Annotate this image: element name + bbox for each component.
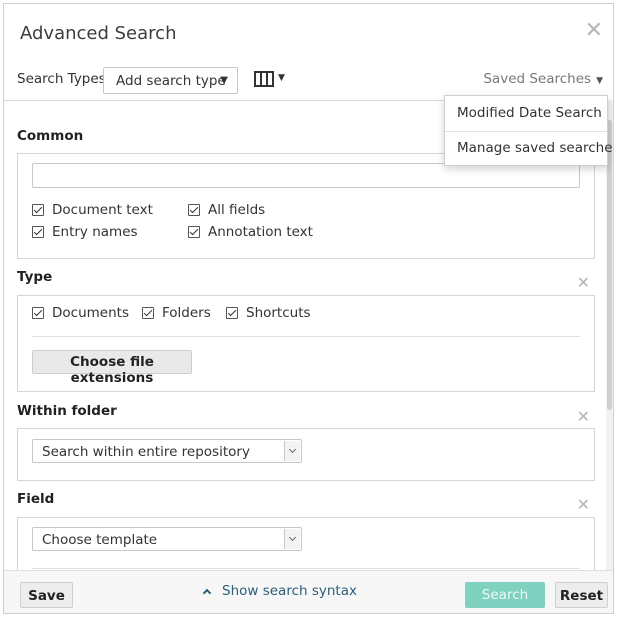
section-title-within-folder: Within folder (17, 403, 117, 419)
template-select[interactable]: Choose template (32, 527, 302, 551)
chevron-down-icon (284, 529, 300, 549)
chevron-up-icon (202, 588, 212, 598)
caret-down-icon: ▼ (278, 73, 285, 83)
checkbox-checked-icon (188, 226, 200, 238)
show-search-syntax-link[interactable]: Show search syntax (202, 583, 357, 599)
field-divider (32, 568, 580, 569)
section-title-field: Field (17, 491, 55, 507)
dialog-footer: Save Show search syntax Search Reset (4, 570, 613, 613)
checkbox-label: Entry names (52, 224, 138, 240)
checkbox-shortcuts[interactable]: Shortcuts (226, 305, 311, 321)
checkbox-label: Shortcuts (246, 305, 311, 321)
reset-button[interactable]: Reset (555, 582, 608, 608)
saved-searches-menu: Modified Date Search Manage saved search… (444, 95, 613, 166)
save-button[interactable]: Save (20, 582, 73, 608)
folder-panel: Search within entire repository (17, 428, 595, 481)
saved-searches-button[interactable]: Saved Searches ▼ (483, 71, 603, 87)
checkbox-label: Annotation text (208, 224, 313, 240)
add-search-type-dropdown[interactable]: Add search type ▼ (103, 67, 238, 94)
show-search-syntax-label: Show search syntax (222, 583, 357, 599)
template-select-value: Choose template (42, 532, 158, 548)
checkbox-documents[interactable]: Documents (32, 305, 129, 321)
choose-file-extensions-button[interactable]: Choose file extensions (32, 350, 192, 386)
checkbox-label: Documents (52, 305, 129, 321)
menu-item-modified-date-search[interactable]: Modified Date Search (457, 105, 602, 121)
checkbox-document-text[interactable]: Document text (32, 202, 153, 218)
advanced-search-dialog: Advanced Search ✕ Search Types Add searc… (3, 3, 614, 614)
checkbox-checked-icon (188, 204, 200, 216)
checkbox-checked-icon (32, 204, 44, 216)
search-types-label: Search Types (17, 71, 106, 87)
remove-folder-close-icon[interactable]: ✕ (577, 407, 590, 426)
checkbox-checked-icon (226, 307, 238, 319)
section-title-common: Common (17, 128, 84, 144)
checkbox-all-fields[interactable]: All fields (188, 202, 265, 218)
checkbox-label: Document text (52, 202, 153, 218)
search-criteria-area: Common Document text All fields Entry na… (4, 100, 608, 570)
section-title-type: Type (17, 269, 53, 285)
checkbox-label: Folders (162, 305, 211, 321)
columns-button[interactable]: ▼ (254, 71, 285, 91)
type-panel: Documents Folders Shortcuts Choose file … (17, 295, 595, 392)
checkbox-entry-names[interactable]: Entry names (32, 224, 138, 240)
remove-field-close-icon[interactable]: ✕ (577, 495, 590, 514)
type-divider (32, 336, 580, 337)
caret-down-icon: ▼ (220, 75, 228, 86)
columns-icon (254, 71, 274, 87)
common-panel: Document text All fields Entry names Ann… (17, 153, 595, 259)
search-button[interactable]: Search (465, 582, 545, 608)
dialog-title: Advanced Search (20, 23, 177, 44)
folder-select-value: Search within entire repository (42, 444, 250, 460)
chevron-down-icon (284, 441, 300, 461)
checkbox-checked-icon (32, 226, 44, 238)
add-search-type-label: Add search type (116, 73, 226, 89)
close-icon[interactable]: ✕ (585, 20, 603, 42)
folder-select[interactable]: Search within entire repository (32, 439, 302, 463)
common-search-input[interactable] (32, 163, 580, 188)
checkbox-label: All fields (208, 202, 266, 218)
caret-down-icon: ▼ (596, 76, 603, 86)
checkbox-checked-icon (142, 307, 154, 319)
menu-item-manage-saved-searches[interactable]: Manage saved searches (457, 140, 613, 156)
scrollbar[interactable] (606, 100, 613, 570)
saved-searches-label: Saved Searches (483, 71, 592, 87)
checkbox-checked-icon (32, 307, 44, 319)
checkbox-folders[interactable]: Folders (142, 305, 211, 321)
remove-type-close-icon[interactable]: ✕ (577, 273, 590, 292)
menu-separator (445, 131, 607, 132)
field-panel: Choose template (17, 517, 595, 570)
checkbox-annotation-text[interactable]: Annotation text (188, 224, 313, 240)
